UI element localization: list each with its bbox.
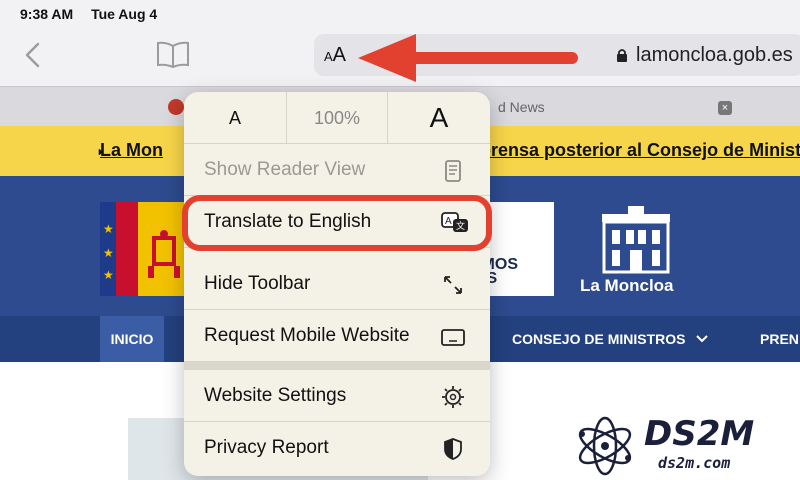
increase-font-button[interactable]: A (388, 92, 490, 144)
ticker-link-right[interactable]: prensa posterior al Consejo de Ministr (480, 140, 800, 161)
website-settings-item[interactable]: Website Settings (184, 370, 490, 422)
site-name[interactable]: La Moncloa (580, 276, 674, 296)
nav-item-consejo-label: CONSEJO DE MINISTROS (512, 331, 686, 347)
annotation-highlight-box (182, 195, 492, 251)
chevron-down-icon (696, 335, 709, 343)
expand-arrows-icon (444, 276, 462, 294)
menu-item-label: Website Settings (204, 385, 347, 406)
decrease-font-button[interactable]: A (184, 92, 286, 144)
watermark-name: DS2M (644, 414, 755, 454)
status-bar: 9:38 AM Tue Aug 4 (0, 0, 800, 28)
atom-logo (578, 416, 632, 476)
nav-item-consejo[interactable]: CONSEJO DE MINISTROS (512, 331, 709, 347)
annotation-arrow-icon (358, 34, 578, 82)
watermark-url: ds2m.com (658, 454, 731, 472)
tab-title[interactable]: d News (498, 99, 545, 115)
lock-icon (617, 49, 627, 62)
nav-item-prensa[interactable]: PREN (760, 331, 799, 347)
aa-small-letter: A (324, 49, 333, 64)
back-chevron-icon[interactable] (18, 38, 48, 72)
menu-separator (184, 362, 490, 370)
privacy-report-item[interactable]: Privacy Report (184, 422, 490, 474)
menu-item-label: Privacy Report (204, 437, 329, 458)
tab-close-icon[interactable]: × (718, 101, 732, 115)
show-reader-view-item: Show Reader View (184, 144, 490, 196)
request-mobile-website-item[interactable]: Request Mobile Website (184, 310, 490, 362)
status-date: Tue Aug 4 (91, 6, 158, 22)
shield-icon (444, 438, 462, 460)
mobile-device-icon (441, 329, 465, 346)
moncloa-building-logo[interactable] (600, 204, 672, 274)
hide-toolbar-item[interactable]: Hide Toolbar (184, 258, 490, 310)
favicon-icon (168, 99, 184, 115)
url-text: lamoncloa.gob.es (636, 44, 793, 66)
url-display[interactable]: lamoncloa.gob.es (616, 44, 793, 67)
gear-icon (442, 386, 464, 408)
menu-item-label: Request Mobile Website (204, 325, 410, 346)
watermark: DS2M ds2m.com (562, 412, 800, 480)
nav-item-inicio[interactable]: INICIO (100, 316, 164, 362)
font-size-row: A 100% A (184, 92, 490, 144)
page-settings-button[interactable]: AA (324, 44, 346, 67)
menu-item-label: Show Reader View (204, 159, 366, 180)
zoom-level: 100% (286, 92, 388, 144)
page-settings-menu: A 100% A Show Reader View Translate to E… (184, 92, 490, 476)
aa-large-letter: A (332, 44, 347, 66)
reader-icon (445, 160, 461, 182)
status-time: 9:38 AM (20, 6, 74, 22)
menu-item-label: Hide Toolbar (204, 273, 311, 294)
bookmarks-icon[interactable] (154, 40, 192, 70)
ticker-link-left[interactable]: La Mon (100, 140, 163, 161)
spain-coat-of-arms-logo: ★ ★ ★ (100, 202, 186, 296)
